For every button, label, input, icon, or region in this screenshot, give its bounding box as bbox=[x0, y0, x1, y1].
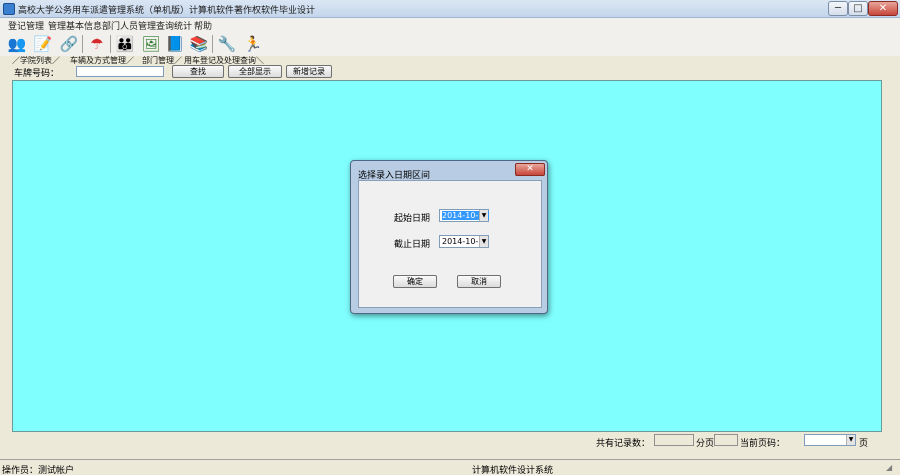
cancel-button[interactable]: 取消 bbox=[457, 275, 501, 288]
umbrella-icon[interactable]: ☂ bbox=[86, 34, 108, 54]
total-records-label: 共有记录数： bbox=[596, 439, 651, 449]
end-date-picker[interactable]: 2014-10-16 ▼ bbox=[439, 235, 489, 248]
menu-item-query-stats[interactable]: 查询统计 bbox=[156, 19, 192, 32]
plate-number-label: 车牌号码： bbox=[14, 69, 60, 79]
chevron-down-icon[interactable]: ▼ bbox=[479, 210, 488, 221]
tab-vehicle-management[interactable]: 车辆及方式管理／ bbox=[70, 56, 134, 66]
toolbar-separator bbox=[82, 35, 83, 53]
tools-icon[interactable]: 🔧 bbox=[216, 34, 238, 54]
notepad-icon[interactable]: 📝 bbox=[32, 34, 54, 54]
end-date-label: 截止日期 bbox=[394, 240, 431, 250]
toolbar-separator bbox=[212, 35, 213, 53]
add-record-button[interactable]: 新增记录 bbox=[286, 65, 332, 78]
window-title: 高校大学公务用车派遣管理系统（单机版）计算机软件著作权软件毕业设计 bbox=[18, 6, 316, 16]
exit-runner-icon[interactable]: 🏃 bbox=[242, 34, 264, 54]
plate-number-input[interactable] bbox=[76, 66, 164, 77]
menu-bar: 登记管理 管理基本信息 部门人员管理 查询统计 帮助 bbox=[0, 18, 900, 32]
title-bar: 高校大学公务用车派遣管理系统（单机版）计算机软件著作权软件毕业设计 ─ □ ✕ bbox=[0, 0, 900, 18]
chevron-down-icon[interactable]: ▼ bbox=[846, 435, 855, 445]
app-icon bbox=[3, 3, 15, 15]
dialog-body: 起始日期 2014-10-16 ▼ 截止日期 2014-10-16 ▼ 确定 取… bbox=[358, 180, 542, 308]
link-icon[interactable]: 🔗 bbox=[58, 34, 80, 54]
status-bar: 操作员：测试帐户 计算机软件设计系统 ◢ bbox=[0, 459, 900, 475]
ok-button[interactable]: 确定 bbox=[393, 275, 437, 288]
menu-item-register[interactable]: 登记管理 bbox=[8, 19, 44, 32]
start-date-label: 起始日期 bbox=[394, 214, 431, 224]
page-suffix: 页 bbox=[859, 439, 869, 449]
dialog-close-button[interactable]: ✕ bbox=[515, 163, 545, 176]
page-select[interactable]: ▼ bbox=[804, 434, 856, 446]
resize-grip-icon[interactable]: ◢ bbox=[886, 463, 897, 474]
book-icon[interactable]: 📘 bbox=[164, 34, 186, 54]
menu-item-department-staff[interactable]: 部门人员管理 bbox=[102, 19, 156, 32]
picture-icon[interactable]: 🖼 bbox=[140, 34, 162, 54]
system-status: 计算机软件设计系统 bbox=[472, 466, 554, 475]
operator-status: 操作员：测试帐户 bbox=[2, 466, 75, 475]
close-button[interactable]: ✕ bbox=[868, 1, 898, 16]
show-all-button[interactable]: 全部显示 bbox=[228, 65, 282, 78]
per-page-value bbox=[714, 434, 738, 446]
start-date-picker[interactable]: 2014-10-16 ▼ bbox=[439, 209, 489, 222]
tab-college-list[interactable]: ／学院列表／ bbox=[12, 56, 60, 66]
minimize-button[interactable]: ─ bbox=[828, 1, 848, 16]
chevron-down-icon[interactable]: ▼ bbox=[479, 236, 488, 247]
menu-item-help[interactable]: 帮助 bbox=[194, 19, 212, 32]
find-button[interactable]: 查找 bbox=[172, 65, 224, 78]
date-range-dialog: 选择录入日期区间 ✕ 起始日期 2014-10-16 ▼ 截止日期 2014-1… bbox=[350, 160, 548, 314]
toolbar: 👥 📝 🔗 ☂ 👪 🖼 📘 📚 🔧 🏃 bbox=[0, 32, 900, 56]
menu-item-basic-info[interactable]: 管理基本信息 bbox=[48, 19, 102, 32]
users-icon[interactable]: 👥 bbox=[6, 34, 28, 54]
group-icon[interactable]: 👪 bbox=[114, 34, 136, 54]
current-page-label: 当前页码： bbox=[740, 439, 786, 449]
books-icon[interactable]: 📚 bbox=[188, 34, 210, 54]
toolbar-separator bbox=[110, 35, 111, 53]
maximize-button[interactable]: □ bbox=[848, 1, 868, 16]
total-records-value bbox=[654, 434, 694, 446]
